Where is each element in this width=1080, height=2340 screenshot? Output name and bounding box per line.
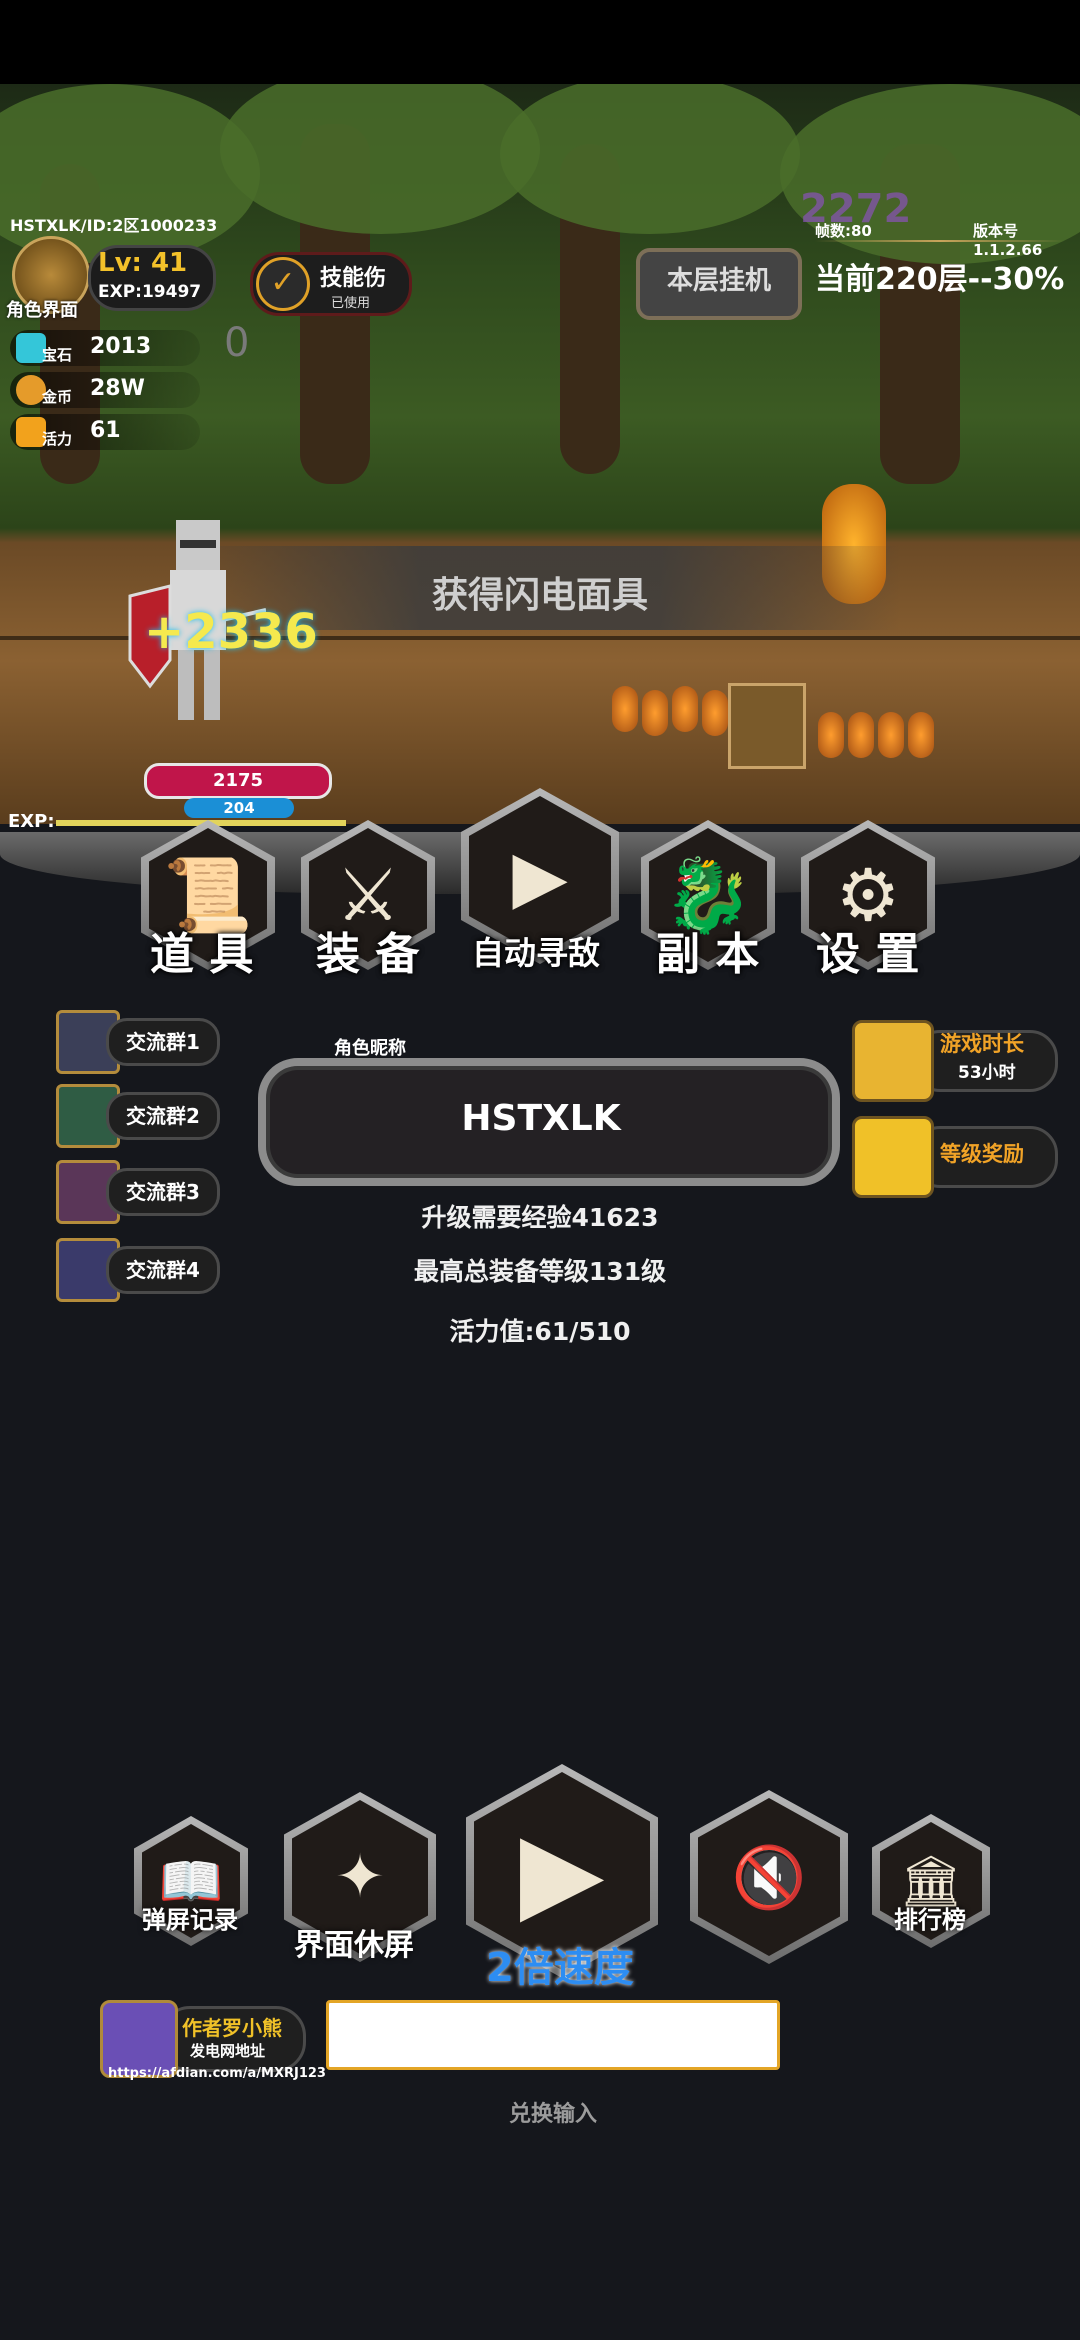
author-url[interactable]: https://afdian.com/a/MXRJ123 <box>108 2066 326 2081</box>
author-name: 作者罗小熊 <box>182 2016 282 2040</box>
stat-value: 2013 <box>90 334 152 359</box>
mute-speaker-icon: 🔇 <box>698 1798 840 1956</box>
stamina-value: 活力值:61/510 <box>449 1317 631 1346</box>
exp-bar-label: EXP: <box>8 811 55 832</box>
redeem-button[interactable]: 兑换输入 <box>326 2096 780 2128</box>
hp-bar: 2175 <box>144 763 332 799</box>
check-icon: ✓ <box>256 257 310 311</box>
menu-label: 设 置 <box>816 929 920 980</box>
floor-divider <box>815 240 1065 242</box>
playtime-title: 游戏时长 <box>940 1032 1024 1056</box>
group-label: 交流群4 <box>106 1246 220 1294</box>
redeem-input[interactable] <box>326 2000 780 2070</box>
group-label: 交流群2 <box>106 1092 220 1140</box>
floor-progress: 当前220层--30% <box>815 262 1065 297</box>
group-chat-button-4[interactable]: 交流群4 <box>56 1238 220 1302</box>
damage-number: +2336 <box>144 604 318 660</box>
stamina-stat: 活力 61 <box>10 414 200 450</box>
danmaku-label: 弹屏记录 <box>142 1906 238 1934</box>
zero-text: 0 <box>224 320 250 366</box>
level-label: Lv: 41 <box>98 248 188 278</box>
gem-stat: 宝石 2013 <box>10 330 200 366</box>
menu-label: 道 具 <box>150 929 254 980</box>
coin-drop <box>702 690 728 736</box>
coin-drop <box>848 712 874 758</box>
level-reward-button[interactable]: 等级奖励 <box>852 1116 1058 1198</box>
screensaver-label: 界面休屏 <box>294 1928 414 1963</box>
skill-label: 技能伤 <box>320 266 387 291</box>
skill-status: 已使用 <box>331 296 371 311</box>
coin-drop <box>878 712 904 758</box>
canopy <box>500 84 800 234</box>
fps-counter: 帧数:80 <box>815 222 872 240</box>
exp-value: EXP:19497 <box>98 282 202 302</box>
gold-stat: 金币 28W <box>10 372 200 408</box>
playtime-value: 53小时 <box>958 1063 1016 1083</box>
menu-label: 装 备 <box>316 929 420 980</box>
menu-label: 副 本 <box>656 929 760 980</box>
player-id: HSTXLK/ID:2区1000233 <box>10 216 218 235</box>
nickname: HSTXLK <box>461 1098 621 1139</box>
stat-value: 28W <box>90 376 145 401</box>
author-button[interactable]: 作者罗小熊 发电网地址 <box>100 2000 306 2078</box>
mp-bar: 204 <box>184 798 294 818</box>
playtime-button[interactable]: 游戏时长 53小时 <box>852 1020 1058 1102</box>
ranking-label: 排行榜 <box>894 1906 966 1934</box>
coin-drop <box>908 712 934 758</box>
coin-drop <box>818 712 844 758</box>
speed-label: 2倍速度 <box>486 1945 634 1991</box>
author-sub: 发电网地址 <box>190 2042 266 2060</box>
stat-name: 金币 <box>42 388 73 406</box>
group-chat-button-2[interactable]: 交流群2 <box>56 1084 220 1148</box>
status-bar <box>0 0 1080 84</box>
stat-value: 61 <box>90 418 121 443</box>
stat-name: 宝石 <box>42 346 73 364</box>
nickname-label: 角色昵称 <box>334 1038 406 1059</box>
coin-drop <box>612 686 638 732</box>
stat-name: 活力 <box>42 430 73 448</box>
afk-button[interactable]: 本层挂机 <box>636 248 802 320</box>
max-gear-level: 最高总装备等级131级 <box>413 1257 667 1286</box>
group-chat-button-3[interactable]: 交流群3 <box>56 1160 220 1224</box>
coin-drop <box>642 690 668 736</box>
exp-needed: 升级需要经验41623 <box>421 1203 659 1232</box>
hourglass-icon <box>852 1020 934 1102</box>
treasure-chest <box>728 683 806 769</box>
menu-label: 自动寻敌 <box>472 934 601 972</box>
helmet-icon <box>852 1116 934 1198</box>
avatar-label[interactable]: 角色界面 <box>6 296 78 322</box>
mute-button[interactable]: 🔇 <box>690 1790 848 1964</box>
group-chat-button-1[interactable]: 交流群1 <box>56 1010 220 1074</box>
group-label: 交流群3 <box>106 1168 220 1216</box>
group-label: 交流群1 <box>106 1018 220 1066</box>
canopy <box>220 84 540 234</box>
level-reward-label: 等级奖励 <box>940 1142 1024 1166</box>
coin-drop <box>672 686 698 732</box>
